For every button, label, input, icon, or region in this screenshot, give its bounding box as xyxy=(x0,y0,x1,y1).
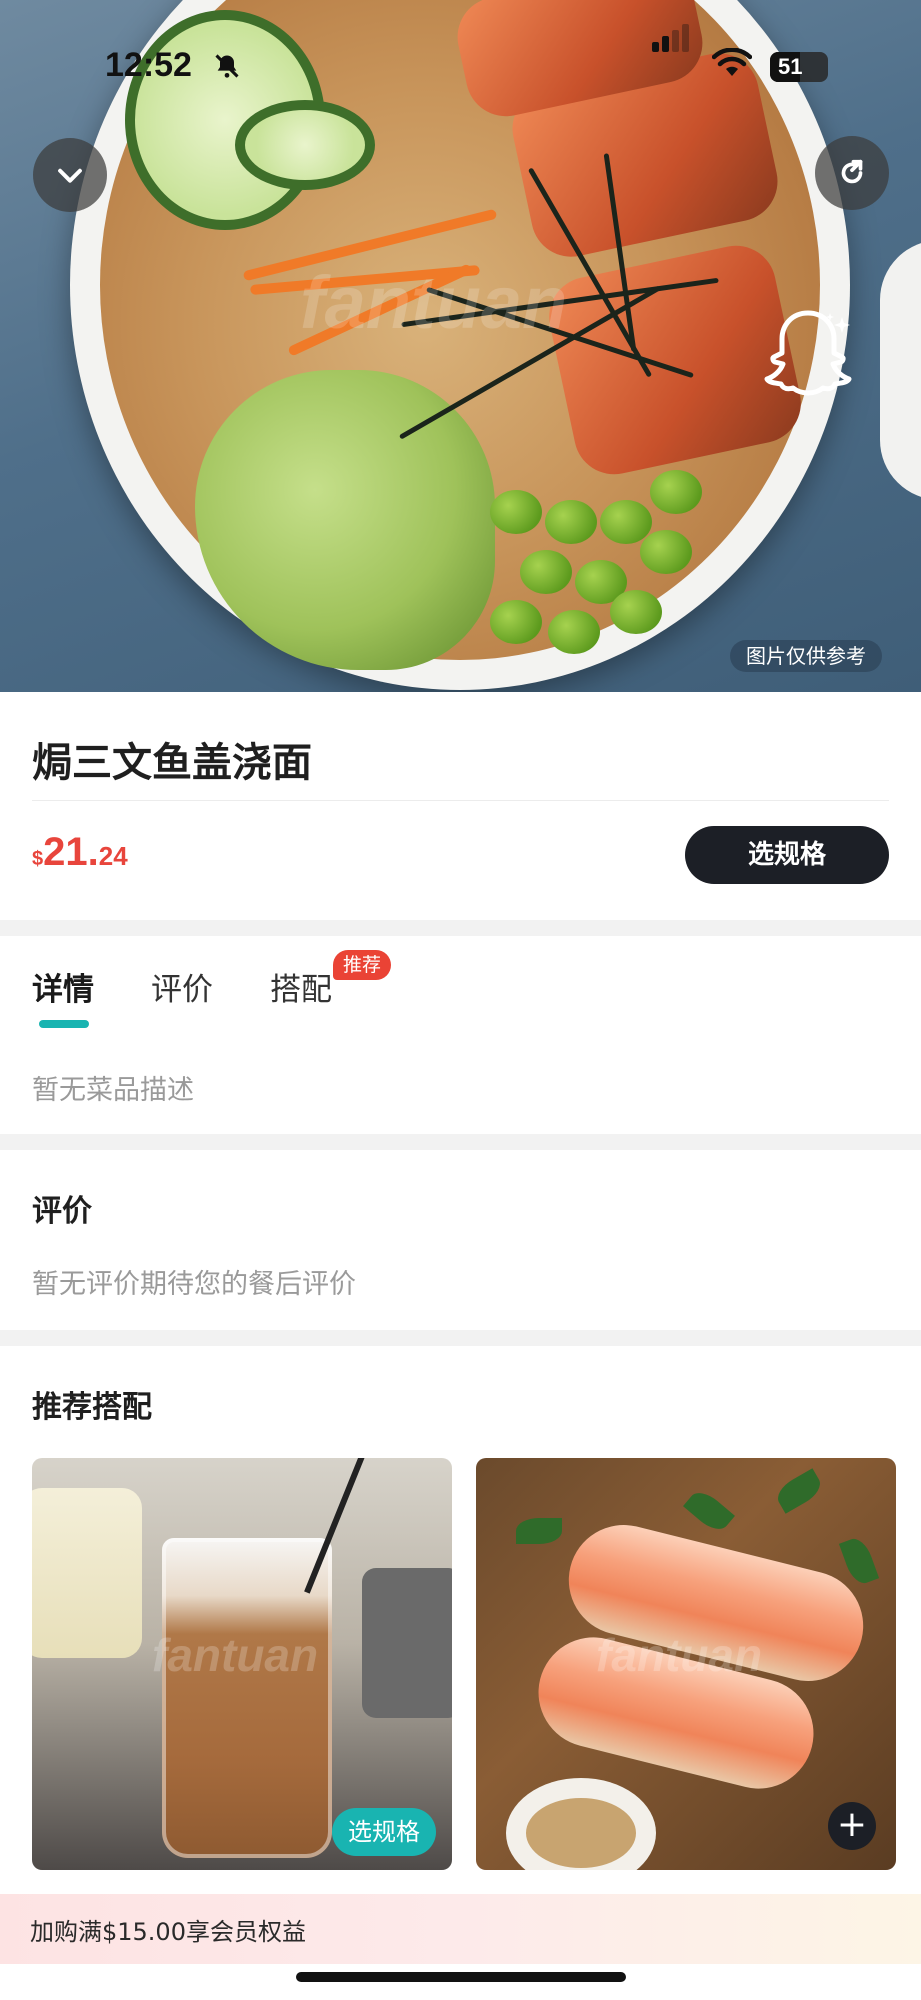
price-decimal: 24 xyxy=(98,841,128,871)
recommend-card[interactable]: fantuan 选规格 xyxy=(32,1458,452,1870)
reviews-title: 评价 xyxy=(32,1194,92,1229)
product-info: 焗三文鱼盖浇面 $21.24 选规格 xyxy=(0,692,921,920)
snapchat-ghost-icon[interactable] xyxy=(758,305,858,405)
tab-details[interactable]: 详情 xyxy=(32,964,94,1009)
reviews-section: 评价 暂无评价期待您的餐后评价 xyxy=(0,1150,921,1330)
battery-icon: 51 xyxy=(770,52,828,82)
card-watermark: fantuan xyxy=(596,1629,763,1681)
status-bar: 12:52 51 xyxy=(0,0,921,130)
reviews-empty-text: 暂无评价期待您的餐后评价 xyxy=(32,1269,356,1300)
image-reference-note: 图片仅供参考 xyxy=(730,640,882,672)
product-detail-page: fantuan 12:52 51 图片仅供参考 焗三文鱼盖浇面 $21.24 选… xyxy=(0,0,921,2000)
price-main: 21. xyxy=(43,830,99,874)
select-spec-button[interactable]: 选规格 xyxy=(685,826,889,884)
card-add-button[interactable]: + xyxy=(828,1802,876,1850)
product-price: $21.24 xyxy=(32,830,128,875)
share-arrow-icon xyxy=(841,159,863,184)
bell-muted-icon xyxy=(213,52,241,87)
card-select-spec-button[interactable]: 选规格 xyxy=(332,1808,436,1856)
tab-reviews[interactable]: 评价 xyxy=(151,964,213,1009)
hero-watermark: fantuan xyxy=(300,261,568,344)
card-watermark: fantuan xyxy=(152,1629,319,1681)
wifi-icon xyxy=(711,47,753,86)
battery-level: 51 xyxy=(778,54,803,79)
share-button[interactable] xyxy=(815,136,889,210)
tab-combos[interactable]: 搭配 xyxy=(270,964,332,1009)
price-currency: $ xyxy=(32,848,44,870)
detail-tabs: 详情 评价 搭配 推荐 暂无菜品描述 xyxy=(0,936,921,1134)
promo-text: 加购满$15.00享会员权益 xyxy=(30,1918,306,1946)
section-gap xyxy=(0,1330,921,1346)
chevron-down-icon xyxy=(58,168,82,183)
recommend-card[interactable]: fantuan + xyxy=(476,1458,896,1870)
recommended-title: 推荐搭配 xyxy=(32,1390,152,1425)
section-gap xyxy=(0,1134,921,1150)
status-time: 12:52 xyxy=(105,46,192,84)
section-gap xyxy=(0,920,921,936)
active-tab-indicator xyxy=(39,1020,89,1028)
member-promo-bar[interactable]: 加购满$15.00享会员权益 xyxy=(0,1894,921,1964)
recommend-badge: 推荐 xyxy=(333,950,392,980)
product-title: 焗三文鱼盖浇面 xyxy=(32,740,312,786)
divider xyxy=(32,800,889,801)
product-hero-image: fantuan 12:52 51 图片仅供参考 xyxy=(0,0,921,692)
product-description: 暂无菜品描述 xyxy=(32,1075,194,1106)
home-indicator xyxy=(296,1972,626,1982)
collapse-button[interactable] xyxy=(33,138,107,212)
